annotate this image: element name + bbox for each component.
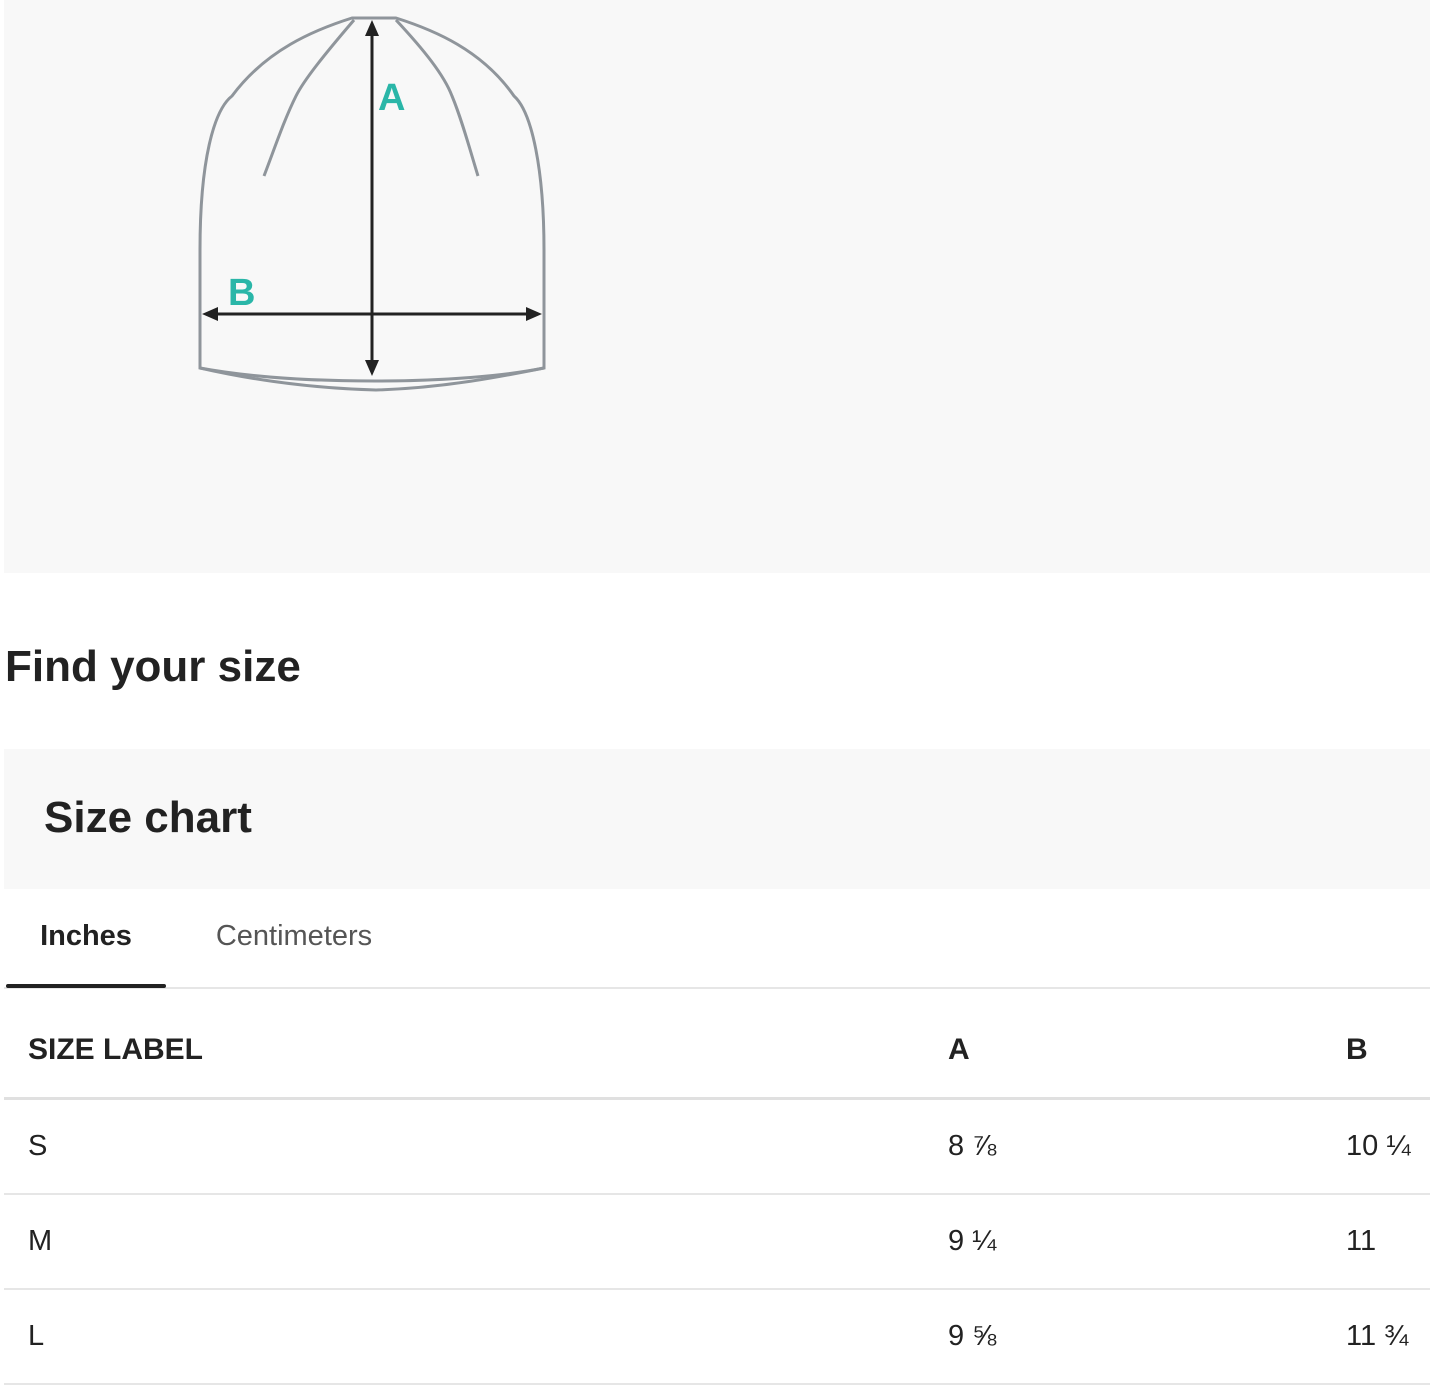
- size-label-cell: S: [4, 1098, 948, 1195]
- column-header-size-label: SIZE LABEL: [4, 1003, 948, 1100]
- measurement-label-b: B: [228, 272, 255, 314]
- beanie-seam-right: [394, 18, 480, 177]
- size-chart-header: Size chart: [4, 749, 1430, 889]
- arrowhead-b-left: [202, 307, 218, 321]
- size-label-cell: L: [4, 1289, 948, 1385]
- measurement-diagram-panel: A B: [4, 0, 1430, 573]
- tab-inches[interactable]: Inches: [6, 889, 166, 988]
- size-label-cell: M: [4, 1194, 948, 1290]
- arrowhead-b-right: [526, 307, 542, 321]
- measurement-a-cell: 9 ¼: [948, 1194, 1346, 1290]
- arrowhead-a-top: [365, 20, 379, 36]
- table-header-row: SIZE LABEL A B: [4, 1003, 1430, 1100]
- tab-centimeters[interactable]: Centimeters: [194, 889, 394, 987]
- measurement-b-cell: 10 ¼: [1346, 1098, 1430, 1195]
- measurement-b-cell: 11: [1346, 1194, 1430, 1290]
- size-chart-title: Size chart: [44, 793, 252, 842]
- column-header-b: B: [1346, 1003, 1430, 1100]
- table-row: M 9 ¼ 11: [4, 1194, 1430, 1290]
- measurement-b-cell: 11 ¾: [1346, 1289, 1430, 1385]
- beanie-seam-left: [262, 19, 356, 177]
- column-header-a: A: [948, 1003, 1346, 1100]
- size-table: SIZE LABEL A B S 8 ⅞ 10 ¼ M 9 ¼ 11 L 9 ⅝…: [4, 1003, 1430, 1385]
- unit-tabs: Inches Centimeters: [4, 889, 1430, 989]
- measurement-label-a: A: [378, 77, 405, 119]
- find-your-size-heading: Find your size: [5, 642, 301, 691]
- beanie-measurement-diagram: A B: [198, 16, 546, 392]
- measurement-a-cell: 9 ⅝: [948, 1289, 1346, 1385]
- arrowhead-a-bottom: [365, 360, 379, 376]
- table-row: S 8 ⅞ 10 ¼: [4, 1098, 1430, 1195]
- measurement-a-cell: 8 ⅞: [948, 1098, 1346, 1195]
- table-row: L 9 ⅝ 11 ¾: [4, 1289, 1430, 1385]
